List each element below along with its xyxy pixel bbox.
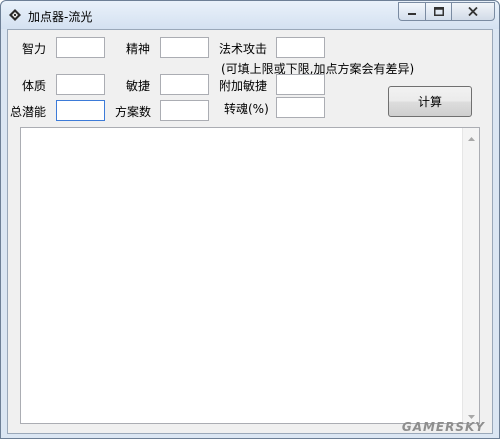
zong-qianneng-label: 总潜能 (10, 105, 47, 119)
close-icon (468, 5, 478, 19)
zhili-input[interactable] (56, 37, 105, 58)
dialog-body: 智力 精神 法术攻击 (可填上限或下限,加点方案会有差异) 体质 敏捷 附加敏捷… (7, 29, 493, 434)
app-icon (9, 9, 21, 21)
title-bar[interactable]: 加点器-流光 (1, 1, 499, 29)
vertical-scrollbar[interactable] (462, 128, 479, 423)
fangan-shu-input[interactable] (160, 100, 209, 121)
maximize-button[interactable] (425, 2, 451, 21)
zong-qianneng-input[interactable] (56, 100, 105, 121)
result-output[interactable] (20, 127, 480, 424)
fashu-gongji-label: 法术攻击 (219, 42, 268, 56)
fashu-gongji-input[interactable] (276, 37, 325, 58)
close-button[interactable] (451, 2, 495, 21)
maximize-icon (433, 5, 444, 19)
zhili-label: 智力 (22, 42, 47, 56)
calculate-button[interactable]: 计算 (388, 86, 472, 117)
scroll-up-arrow[interactable] (463, 128, 479, 145)
tizhi-label: 体质 (22, 79, 47, 93)
chevron-up-icon (467, 130, 475, 144)
minjie-input[interactable] (160, 74, 209, 95)
fujia-minjie-label: 附加敏捷 (219, 79, 268, 93)
zhuanhun-label: 转魂(%) (224, 102, 269, 116)
jingshen-input[interactable] (160, 37, 209, 58)
minjie-label: 敏捷 (126, 79, 151, 93)
app-window: 加点器-流光 智力 精神 法术攻击 (可填上限或下限,加点方案会有差异) 体质 … (0, 0, 500, 439)
watermark-text: GAMERSKY (401, 420, 485, 434)
fujia-minjie-input[interactable] (276, 74, 325, 95)
minimize-button[interactable] (398, 2, 425, 21)
window-controls (398, 2, 495, 21)
window-title: 加点器-流光 (28, 10, 93, 24)
tizhi-input[interactable] (56, 74, 105, 95)
zhuanhun-input[interactable] (276, 97, 325, 118)
jingshen-label: 精神 (126, 42, 151, 56)
minimize-icon (407, 5, 417, 19)
fangan-shu-label: 方案数 (115, 105, 152, 119)
